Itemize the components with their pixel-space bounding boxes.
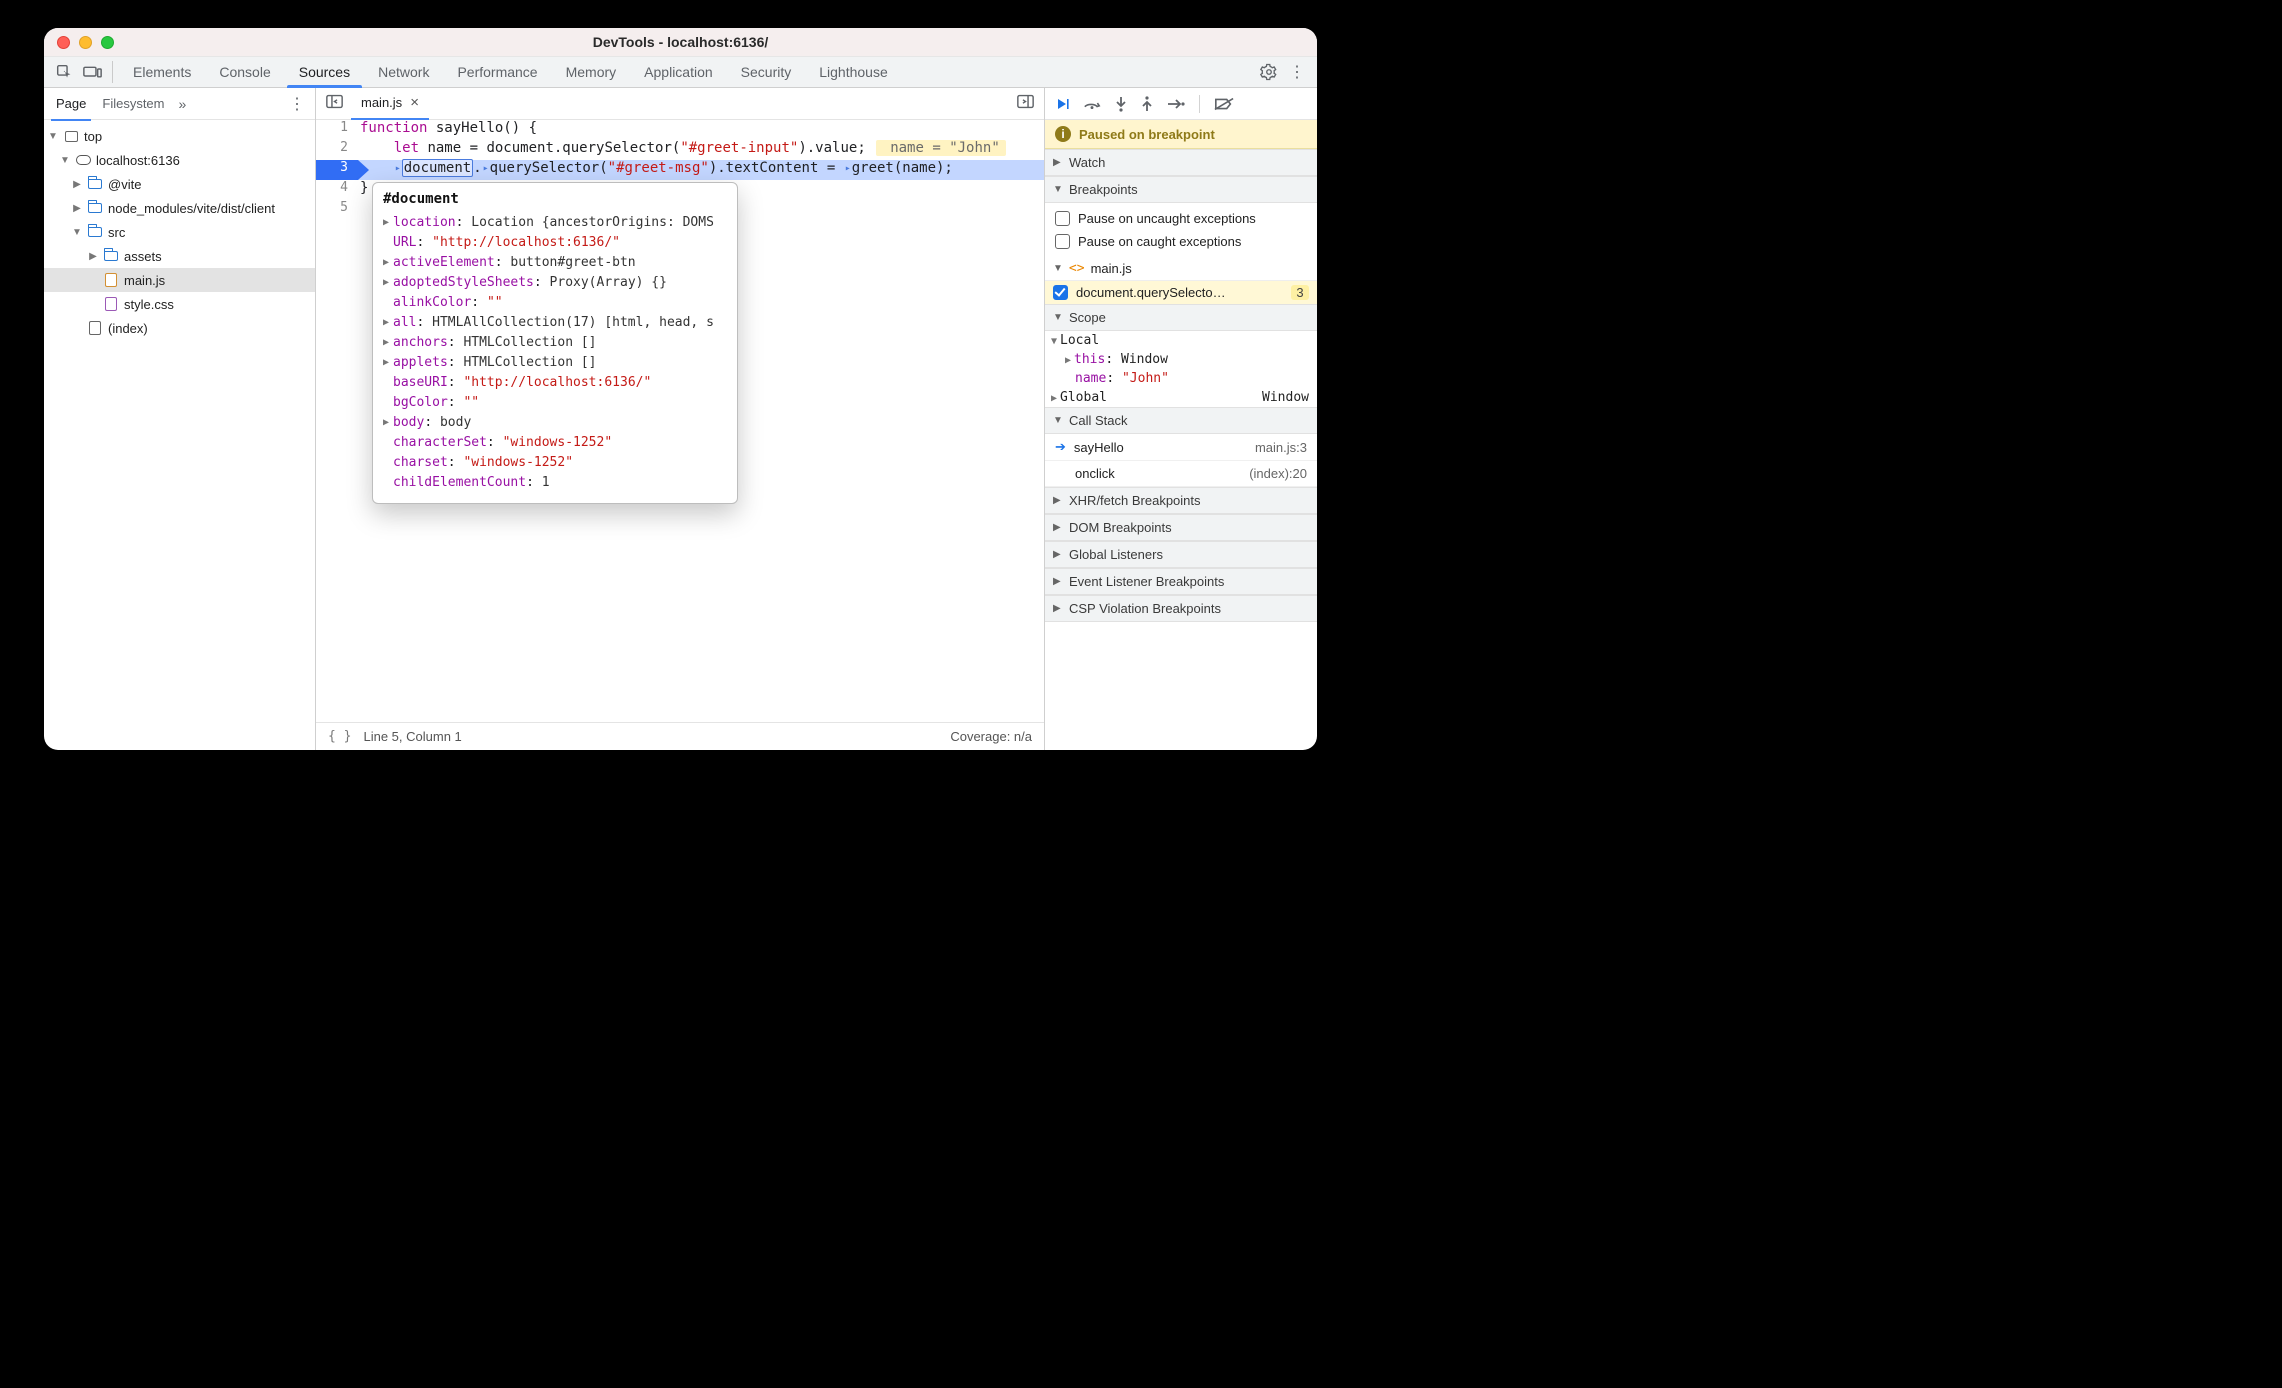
editor-tab-label: main.js xyxy=(361,95,402,110)
devtools-window: DevTools - localhost:6136/ Elements Cons… xyxy=(44,28,1317,750)
breakpoint-checkbox[interactable] xyxy=(1053,285,1068,300)
tab-memory[interactable]: Memory xyxy=(552,57,631,87)
section-dom[interactable]: ▶DOM Breakpoints xyxy=(1045,514,1317,541)
divider xyxy=(112,61,113,83)
tree-label: (index) xyxy=(108,321,148,336)
section-csp[interactable]: ▶CSP Violation Breakpoints xyxy=(1045,595,1317,622)
editor: main.js × 1function sayHello() { 2 let n… xyxy=(316,88,1045,750)
tree-label: @vite xyxy=(108,177,141,192)
tree-label: src xyxy=(108,225,125,240)
tree-top[interactable]: ▼top xyxy=(44,124,315,148)
section-scope[interactable]: ▼Scope xyxy=(1045,304,1317,331)
section-event-listeners[interactable]: ▶Event Listener Breakpoints xyxy=(1045,568,1317,595)
scope-global[interactable]: ▶GlobalWindow xyxy=(1045,388,1317,407)
tree-folder-assets[interactable]: ▶assets xyxy=(44,244,315,268)
cursor-position: Line 5, Column 1 xyxy=(363,729,461,744)
tree-file-index[interactable]: (index) xyxy=(44,316,315,340)
titlebar: DevTools - localhost:6136/ xyxy=(44,28,1317,56)
tree-folder-src[interactable]: ▼src xyxy=(44,220,315,244)
nav-tab-page[interactable]: Page xyxy=(48,88,94,120)
stack-frame-current[interactable]: ➔ sayHellomain.js:3 xyxy=(1045,434,1317,461)
zoom-icon[interactable] xyxy=(101,36,114,49)
tree-label: node_modules/vite/dist/client xyxy=(108,201,275,216)
inline-value: name = "John" xyxy=(876,140,1006,156)
deactivate-breakpoints-icon[interactable] xyxy=(1214,97,1234,111)
tab-console[interactable]: Console xyxy=(205,57,284,87)
editor-tabs: main.js × xyxy=(316,88,1044,120)
close-icon[interactable] xyxy=(57,36,70,49)
step-into-icon[interactable] xyxy=(1115,96,1127,112)
nav-kebab-icon[interactable]: ⋮ xyxy=(283,94,311,114)
breakpoint-file[interactable]: ▼<>main.js xyxy=(1045,257,1317,281)
tree-label: localhost:6136 xyxy=(96,153,180,168)
debugger-pane: i Paused on breakpoint ▶Watch ▼Breakpoin… xyxy=(1045,88,1317,750)
nav-more-icon[interactable]: » xyxy=(179,96,187,112)
tree-host[interactable]: ▼localhost:6136 xyxy=(44,148,315,172)
stack-frame[interactable]: onclick(index):20 xyxy=(1045,461,1317,487)
pause-caught-checkbox[interactable]: Pause on caught exceptions xyxy=(1055,230,1307,253)
device-icon[interactable] xyxy=(78,58,106,86)
kebab-icon[interactable]: ⋮ xyxy=(1283,58,1311,86)
breakpoint-line-badge: 3 xyxy=(1291,285,1309,300)
tab-performance[interactable]: Performance xyxy=(443,57,551,87)
tree-label: assets xyxy=(124,249,162,264)
tab-elements[interactable]: Elements xyxy=(119,57,205,87)
top-toolbar: Elements Console Sources Network Perform… xyxy=(44,56,1317,88)
current-frame-icon: ➔ xyxy=(1055,439,1066,455)
tree-file-mainjs[interactable]: main.js xyxy=(44,268,315,292)
nav-tab-filesystem[interactable]: Filesystem xyxy=(94,88,172,120)
tree-folder-vite[interactable]: ▶@vite xyxy=(44,172,315,196)
minimize-icon[interactable] xyxy=(79,36,92,49)
toggle-navigator-icon[interactable] xyxy=(318,94,351,114)
navigator: Page Filesystem » ⋮ ▼top ▼localhost:6136… xyxy=(44,88,316,750)
resume-icon[interactable] xyxy=(1055,97,1069,111)
tab-network[interactable]: Network xyxy=(364,57,443,87)
info-icon: i xyxy=(1055,126,1071,142)
editor-tab-mainjs[interactable]: main.js × xyxy=(351,88,429,120)
toggle-debugger-icon[interactable] xyxy=(1007,94,1044,114)
tree-folder-nodemodules[interactable]: ▶node_modules/vite/dist/client xyxy=(44,196,315,220)
inspect-icon[interactable] xyxy=(50,58,78,86)
scope-this[interactable]: ▶this: Window xyxy=(1045,350,1317,369)
settings-icon[interactable] xyxy=(1255,58,1283,86)
traffic-lights xyxy=(57,36,114,49)
section-xhr[interactable]: ▶XHR/fetch Breakpoints xyxy=(1045,487,1317,514)
pause-text: Paused on breakpoint xyxy=(1079,127,1215,142)
main: Page Filesystem » ⋮ ▼top ▼localhost:6136… xyxy=(44,88,1317,750)
step-out-icon[interactable] xyxy=(1141,96,1153,112)
code-area[interactable]: 1function sayHello() { 2 let name = docu… xyxy=(316,120,1044,722)
object-popover[interactable]: #document ▶location: Location {ancestorO… xyxy=(372,182,738,504)
tree-label: style.css xyxy=(124,297,174,312)
panel-tabs: Elements Console Sources Network Perform… xyxy=(119,57,902,87)
scope-local[interactable]: ▼Local xyxy=(1045,331,1317,350)
tree-file-stylecss[interactable]: style.css xyxy=(44,292,315,316)
editor-status: { } Line 5, Column 1 Coverage: n/a xyxy=(316,722,1044,750)
navigator-tabs: Page Filesystem » ⋮ xyxy=(44,88,315,120)
pause-uncaught-checkbox[interactable]: Pause on uncaught exceptions xyxy=(1055,207,1307,230)
section-global-listeners[interactable]: ▶Global Listeners xyxy=(1045,541,1317,568)
section-breakpoints[interactable]: ▼Breakpoints xyxy=(1045,176,1317,203)
breakpoint-entry[interactable]: document.querySelecto…3 xyxy=(1045,281,1317,304)
pretty-print-icon[interactable]: { } xyxy=(328,729,351,744)
tab-lighthouse[interactable]: Lighthouse xyxy=(805,57,902,87)
section-watch[interactable]: ▶Watch xyxy=(1045,149,1317,176)
scope-name[interactable]: name: "John" xyxy=(1045,369,1317,388)
popover-title: #document xyxy=(383,191,727,207)
close-icon[interactable]: × xyxy=(410,94,419,111)
pause-banner: i Paused on breakpoint xyxy=(1045,120,1317,149)
tab-application[interactable]: Application xyxy=(630,57,727,87)
breakpoints-body: Pause on uncaught exceptions Pause on ca… xyxy=(1045,203,1317,257)
step-icon[interactable] xyxy=(1167,98,1185,110)
tab-sources[interactable]: Sources xyxy=(285,57,364,87)
coverage-status: Coverage: n/a xyxy=(950,729,1032,744)
file-tree: ▼top ▼localhost:6136 ▶@vite ▶node_module… xyxy=(44,120,315,750)
hover-token[interactable]: document xyxy=(402,159,473,177)
section-callstack[interactable]: ▼Call Stack xyxy=(1045,407,1317,434)
tree-label: main.js xyxy=(124,273,165,288)
tree-label: top xyxy=(84,129,102,144)
debugger-toolbar xyxy=(1045,88,1317,120)
tab-security[interactable]: Security xyxy=(727,57,806,87)
window-title: DevTools - localhost:6136/ xyxy=(593,34,769,50)
step-over-icon[interactable] xyxy=(1083,97,1101,111)
